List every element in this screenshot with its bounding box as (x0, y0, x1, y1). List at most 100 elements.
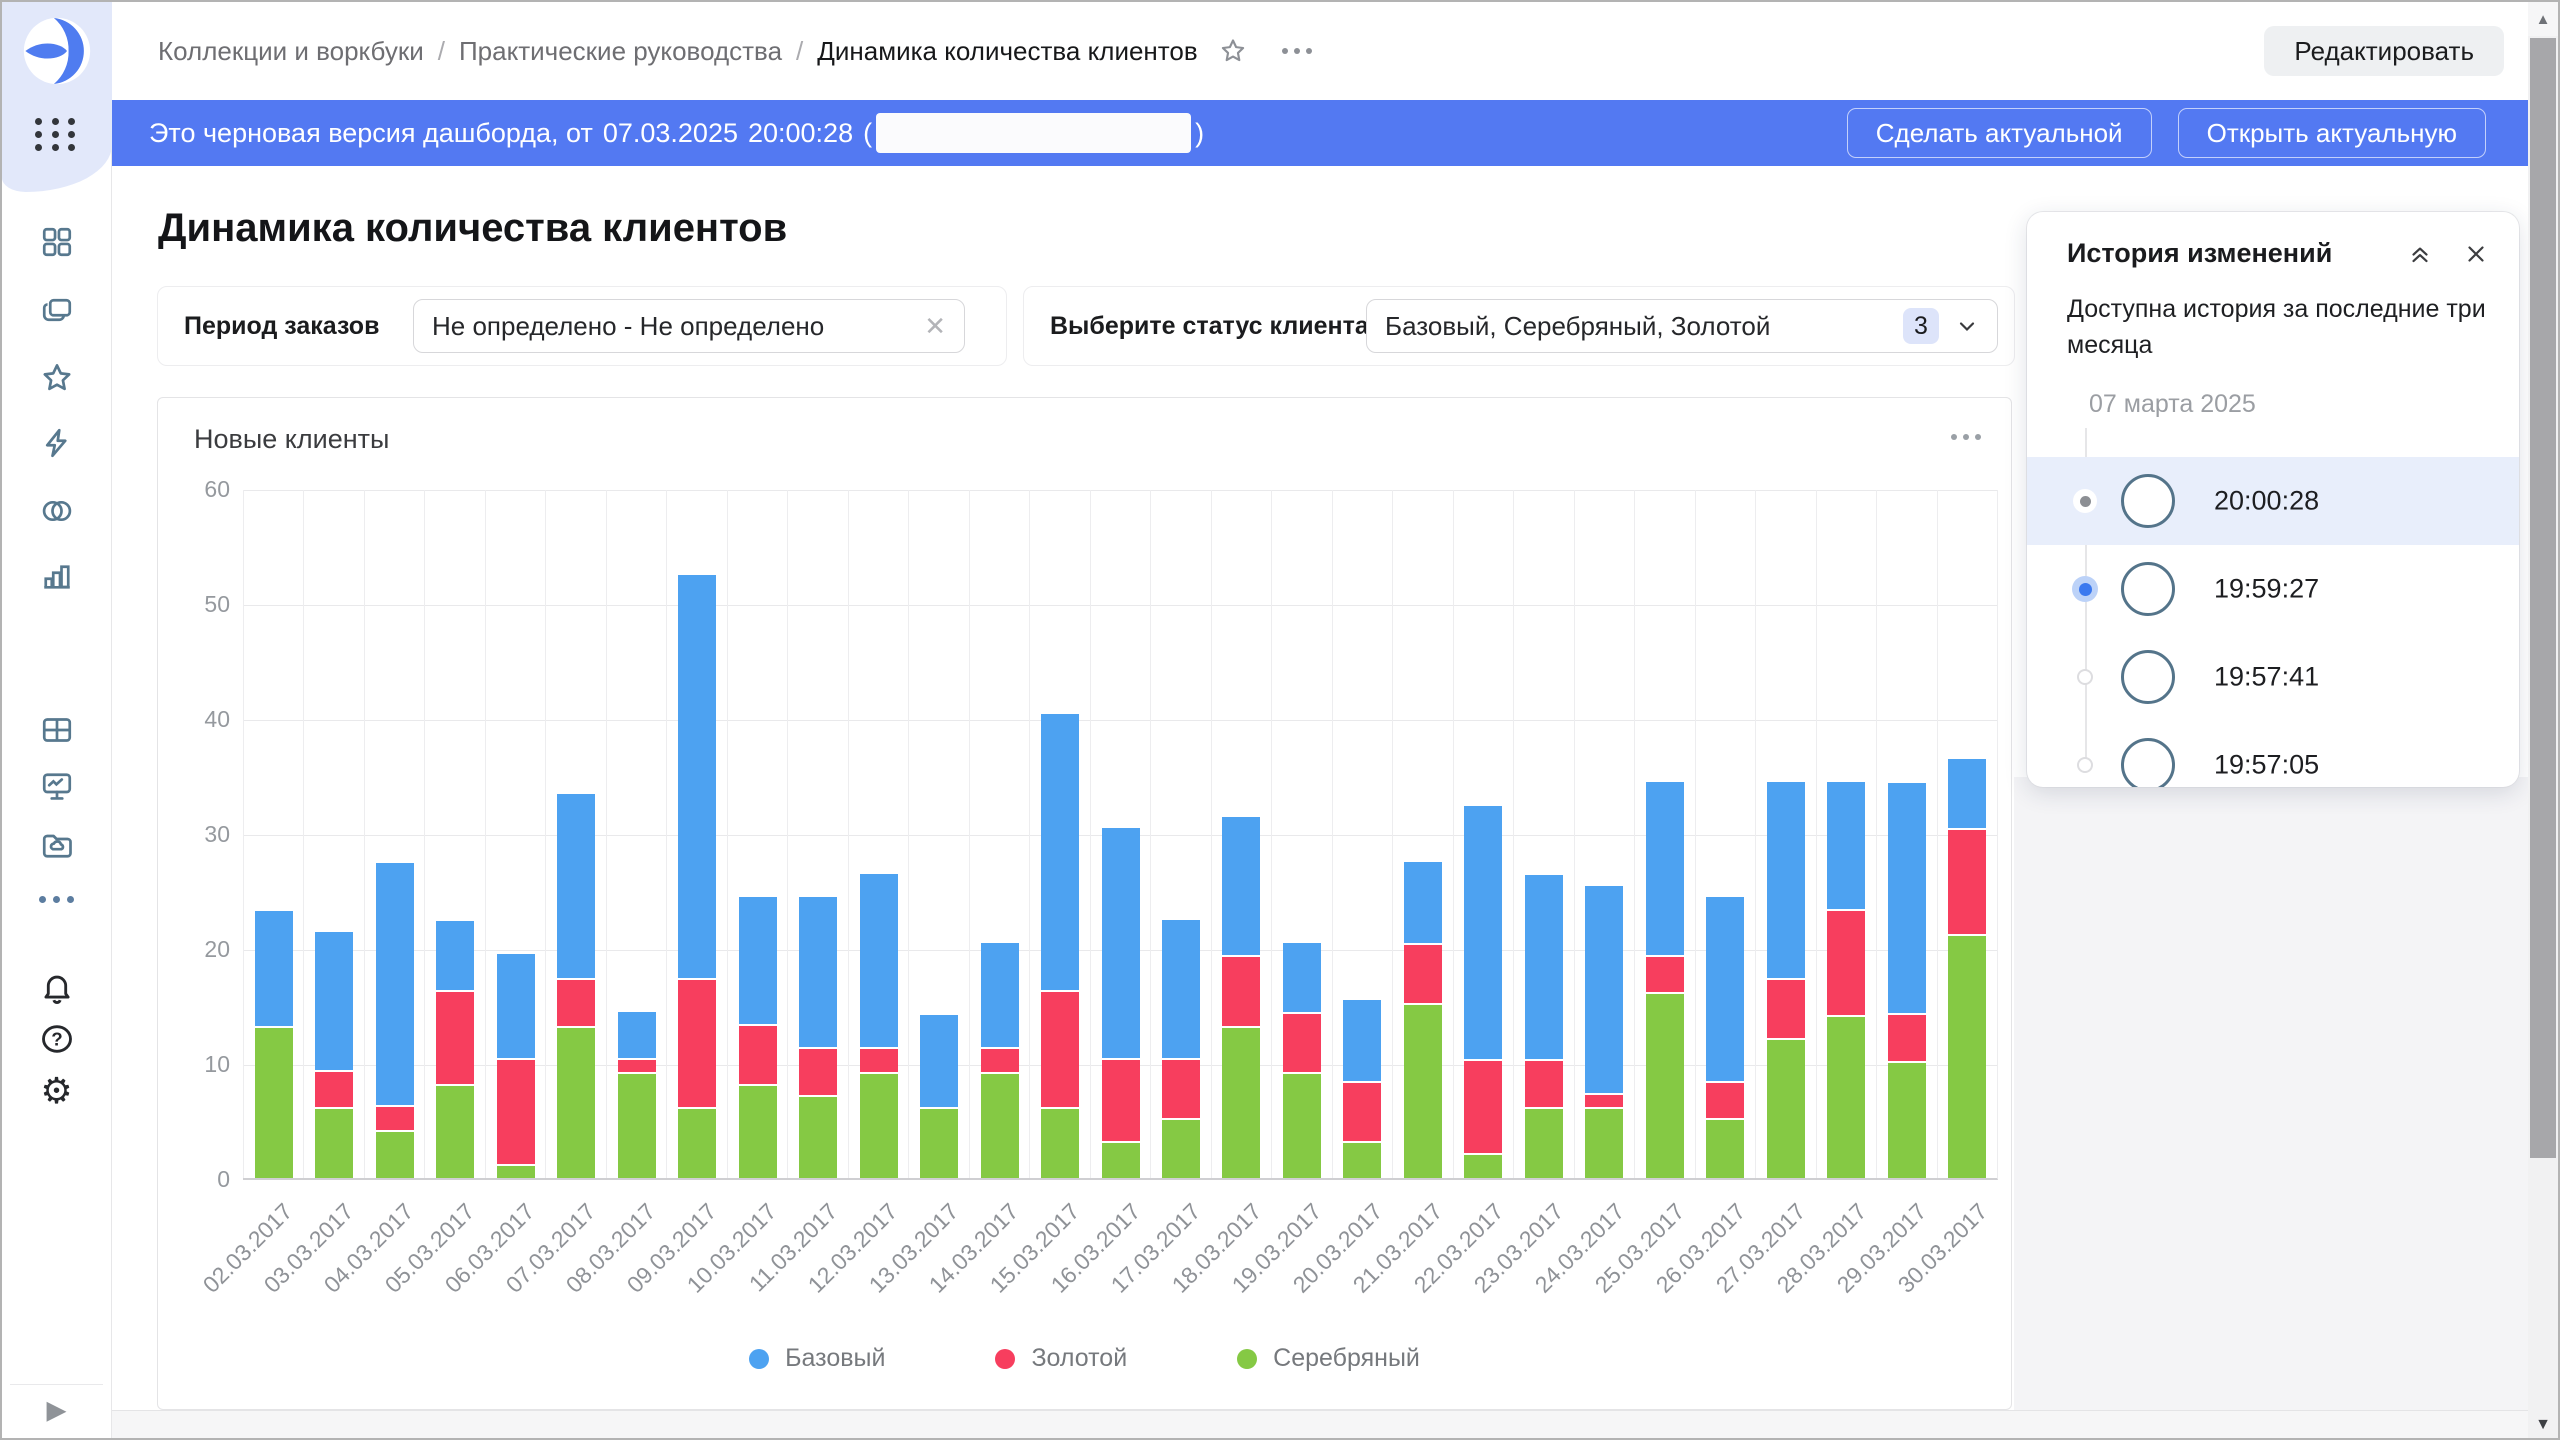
notifications-icon[interactable] (38, 968, 76, 1006)
stacked-bar[interactable] (739, 897, 777, 1178)
bar-segment[interactable] (1525, 875, 1563, 1059)
bar-segment[interactable] (618, 1012, 656, 1058)
stacked-bar[interactable] (981, 943, 1019, 1178)
bar-segment[interactable] (1464, 1061, 1502, 1153)
bar-segment[interactable] (799, 1049, 837, 1095)
bar-segment[interactable] (1222, 817, 1260, 955)
bar-segment[interactable] (436, 992, 474, 1084)
stacked-bar[interactable] (799, 897, 837, 1178)
bar-segment[interactable] (1102, 1060, 1140, 1141)
bar-segment[interactable] (678, 980, 716, 1107)
stacked-bar[interactable] (1948, 759, 1986, 1178)
bar-segment[interactable] (557, 980, 595, 1026)
bar-segment[interactable] (1706, 897, 1744, 1081)
bar-segment[interactable] (1464, 1155, 1502, 1178)
bar-segment[interactable] (1041, 714, 1079, 990)
stacked-bar[interactable] (497, 954, 535, 1178)
stacked-bar[interactable] (1041, 714, 1079, 1178)
bar-segment[interactable] (1767, 980, 1805, 1038)
bar-segment[interactable] (1404, 945, 1442, 1003)
bar-segment[interactable] (1222, 957, 1260, 1026)
bar-segment[interactable] (255, 1028, 293, 1178)
monitoring-icon[interactable] (38, 767, 76, 805)
stacked-bar[interactable] (1222, 817, 1260, 1178)
bar-segment[interactable] (1343, 1083, 1381, 1141)
bar-segment[interactable] (1827, 1017, 1865, 1178)
chart-menu-icon[interactable] (1951, 434, 1981, 440)
stacked-bar[interactable] (920, 1015, 958, 1178)
make-actual-button[interactable]: Сделать актуальной (1847, 108, 2152, 158)
tables-icon[interactable] (38, 711, 76, 749)
bar-segment[interactable] (376, 1132, 414, 1178)
bar-segment[interactable] (315, 1072, 353, 1107)
bar-segment[interactable] (376, 1107, 414, 1130)
stacked-bar[interactable] (376, 863, 414, 1178)
clear-icon[interactable]: ✕ (924, 311, 946, 342)
bar-segment[interactable] (255, 911, 293, 1026)
scrollbar[interactable]: ▲ ▼ (2528, 2, 2558, 1438)
stacked-bar[interactable] (618, 1012, 656, 1178)
bar-segment[interactable] (1706, 1083, 1744, 1118)
favorites-icon[interactable] (38, 359, 76, 397)
quick-actions-icon[interactable] (38, 424, 76, 462)
stacked-bar[interactable] (557, 794, 595, 1178)
status-filter-select[interactable]: Базовый, Серебряный, Золотой 3 (1366, 299, 1998, 353)
stacked-bar[interactable] (1525, 875, 1563, 1178)
stacked-bar[interactable] (1283, 943, 1321, 1178)
bar-segment[interactable] (1767, 782, 1805, 978)
bar-segment[interactable] (1948, 936, 1986, 1178)
charts-icon[interactable] (38, 556, 76, 594)
bar-segment[interactable] (1162, 1060, 1200, 1118)
scrollbar-thumb[interactable] (2530, 38, 2556, 1158)
logo-block[interactable] (2, 2, 112, 100)
stacked-bar[interactable] (1102, 828, 1140, 1178)
edit-button[interactable]: Редактировать (2264, 26, 2504, 76)
open-actual-button[interactable]: Открыть актуальную (2178, 108, 2486, 158)
bar-segment[interactable] (1404, 1005, 1442, 1178)
bar-segment[interactable] (1646, 957, 1684, 992)
bar-segment[interactable] (497, 1166, 535, 1178)
bar-segment[interactable] (315, 1109, 353, 1178)
stacked-bar[interactable] (1646, 782, 1684, 1178)
bar-segment[interactable] (1222, 1028, 1260, 1178)
bar-segment[interactable] (557, 1028, 595, 1178)
stacked-bar[interactable] (315, 932, 353, 1178)
bar-segment[interactable] (1827, 911, 1865, 1015)
cloud-storage-icon[interactable] (38, 826, 76, 864)
stacked-bar[interactable] (1767, 782, 1805, 1178)
dashboards-icon[interactable] (38, 223, 76, 261)
stacked-bar[interactable] (1827, 782, 1865, 1178)
bar-segment[interactable] (1525, 1109, 1563, 1178)
bar-segment[interactable] (1102, 828, 1140, 1058)
breadcrumb-guides[interactable]: Практические руководства (459, 36, 782, 67)
history-item[interactable]: 19:57:41 (2027, 633, 2519, 721)
more-actions-icon[interactable] (1282, 48, 1312, 54)
help-icon[interactable]: ? (38, 1020, 76, 1058)
stacked-bar[interactable] (1585, 886, 1623, 1178)
bar-segment[interactable] (1464, 806, 1502, 1059)
stacked-bar[interactable] (1464, 806, 1502, 1178)
stacked-bar[interactable] (436, 921, 474, 1178)
apps-grid-icon[interactable] (35, 118, 79, 151)
collapse-icon[interactable] (2407, 241, 2433, 267)
bar-segment[interactable] (436, 921, 474, 990)
bar-segment[interactable] (376, 863, 414, 1105)
bar-segment[interactable] (1283, 943, 1321, 1012)
collections-icon[interactable] (38, 291, 76, 329)
bar-segment[interactable] (618, 1074, 656, 1178)
bar-segment[interactable] (1102, 1143, 1140, 1178)
bar-segment[interactable] (557, 794, 595, 978)
stacked-bar[interactable] (678, 575, 716, 1178)
relations-icon[interactable] (38, 492, 76, 530)
settings-icon[interactable]: ⚙ (38, 1072, 76, 1110)
more-icon[interactable] (38, 880, 76, 918)
bar-segment[interactable] (678, 1109, 716, 1178)
bar-segment[interactable] (1585, 886, 1623, 1093)
bar-segment[interactable] (1283, 1074, 1321, 1178)
bar-segment[interactable] (739, 1086, 777, 1178)
favorite-star-icon[interactable] (1218, 36, 1248, 66)
stacked-bar[interactable] (1706, 897, 1744, 1178)
bar-segment[interactable] (678, 575, 716, 978)
bar-segment[interactable] (1162, 1120, 1200, 1178)
stacked-bar[interactable] (255, 911, 293, 1178)
